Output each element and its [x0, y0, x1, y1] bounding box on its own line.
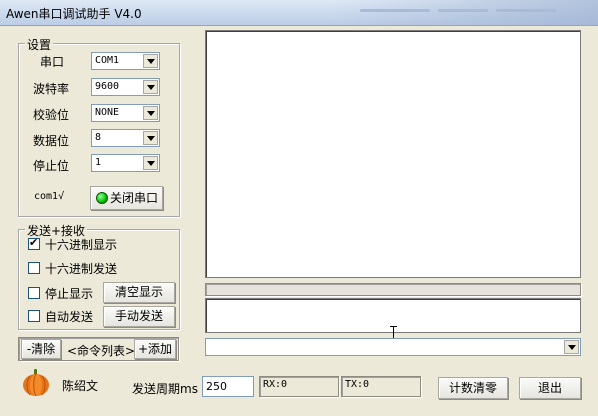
command-clear-button[interactable]: -清除	[21, 339, 61, 359]
settings-group-label: 设置	[25, 36, 54, 53]
exit-button[interactable]: 退出	[519, 377, 581, 399]
stop-bits-select[interactable]: 1	[91, 154, 160, 172]
baud-rate-select[interactable]: 9600	[91, 78, 160, 96]
port-status-indicator-icon	[96, 192, 108, 204]
chevron-down-icon[interactable]	[564, 340, 579, 354]
close-port-button-label: 关闭串口	[109, 191, 158, 205]
stop-display-checkbox[interactable]	[28, 287, 40, 299]
send-period-label-text: 发送周期ms	[132, 382, 198, 396]
hex-send-checkbox[interactable]	[28, 262, 40, 274]
progress-strip	[205, 283, 581, 296]
serial-port-label: 串口	[40, 55, 65, 69]
auto-send-checkbox[interactable]	[28, 310, 40, 322]
command-list-button[interactable]: <命令列表>	[67, 342, 135, 359]
reset-count-button[interactable]: 计数清零	[438, 377, 508, 399]
tx-counter: TX:0	[341, 376, 421, 397]
title-bar-decoration	[438, 9, 488, 12]
data-bits-label: 数据位	[33, 134, 70, 148]
command-add-button[interactable]: +添加	[134, 339, 176, 359]
parity-label: 校验位	[33, 108, 70, 122]
receive-textarea[interactable]	[205, 30, 581, 278]
parity-value: NONE	[95, 107, 120, 118]
title-bar-shade	[330, 0, 598, 26]
data-bits-select[interactable]: 8	[91, 129, 160, 147]
baud-rate-label: 波特率	[33, 82, 70, 96]
title-bar-decoration	[496, 9, 556, 12]
hex-display-checkbox[interactable]	[28, 236, 40, 250]
close-port-button[interactable]: 关闭串口	[90, 186, 163, 210]
window-title: Awen串口调试助手 V4.0	[6, 7, 142, 21]
stop-bits-value: 1	[95, 157, 102, 168]
serial-port-select[interactable]: COM1	[91, 52, 160, 70]
manual-send-button[interactable]: 手动发送	[103, 306, 175, 327]
hex-send-label[interactable]: 十六进制发送	[45, 260, 117, 277]
title-bar-decoration	[360, 9, 430, 12]
data-bits-value: 8	[95, 132, 102, 143]
hex-display-label[interactable]: 十六进制显示	[45, 236, 117, 253]
clear-display-button[interactable]: 清空显示	[103, 282, 175, 303]
stop-display-label[interactable]: 停止显示	[45, 285, 93, 302]
chevron-down-icon[interactable]	[143, 80, 158, 94]
stop-bits-label: 停止位	[33, 159, 70, 173]
send-period-label: 发送周期ms	[132, 380, 198, 397]
command-select[interactable]	[205, 338, 581, 356]
chevron-down-icon[interactable]	[143, 156, 158, 170]
auto-send-label[interactable]: 自动发送	[45, 308, 93, 325]
chevron-down-icon[interactable]	[143, 106, 158, 120]
rx-counter: RX:0	[259, 376, 339, 397]
author-name: 陈绍文	[62, 379, 99, 393]
text-cursor-icon-top	[390, 326, 397, 327]
serial-port-value: COM1	[95, 55, 120, 66]
chevron-down-icon[interactable]	[143, 54, 158, 68]
parity-select[interactable]: NONE	[91, 104, 160, 122]
chevron-down-icon[interactable]	[143, 131, 158, 145]
title-bar[interactable]: Awen串口调试助手 V4.0	[0, 0, 598, 26]
pumpkin-logo-icon	[21, 367, 51, 397]
baud-rate-value: 9600	[95, 81, 120, 92]
send-period-input[interactable]: 250	[202, 376, 254, 397]
port-status-text: com1√	[34, 191, 65, 202]
